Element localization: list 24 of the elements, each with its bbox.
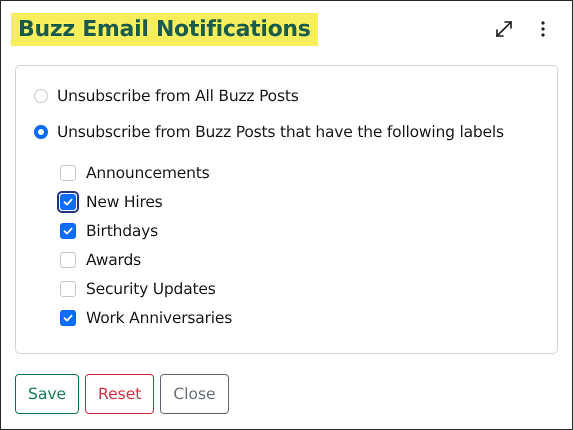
radio-label[interactable]: Unsubscribe from Buzz Posts that have the following labels <box>57 123 504 141</box>
checkbox[interactable] <box>60 222 76 238</box>
dialog-title: Buzz Email Notifications <box>11 12 318 46</box>
checkbox-label[interactable]: Work Anniversaries <box>86 308 232 326</box>
checkbox[interactable] <box>60 310 76 326</box>
checkbox-label[interactable]: Announcements <box>86 164 210 182</box>
check-icon <box>62 196 74 208</box>
more-menu-icon[interactable] <box>540 20 546 38</box>
check-icon <box>62 224 74 236</box>
expand-icon[interactable] <box>493 18 515 40</box>
radio-button[interactable] <box>34 89 48 103</box>
save-button[interactable]: Save <box>15 374 80 414</box>
checkbox-label[interactable]: Security Updates <box>86 280 216 298</box>
check-icon <box>62 312 74 324</box>
checkbox[interactable] <box>60 164 76 180</box>
checkbox-label[interactable]: New Hires <box>86 192 163 210</box>
radio-button[interactable] <box>34 125 48 139</box>
checkbox-label[interactable]: Birthdays <box>86 222 158 240</box>
radio-label[interactable]: Unsubscribe from All Buzz Posts <box>57 87 299 105</box>
checkbox[interactable] <box>60 280 76 296</box>
close-button[interactable]: Close <box>160 374 229 414</box>
checkbox-label[interactable]: Awards <box>86 250 141 268</box>
reset-button[interactable]: Reset <box>85 374 154 414</box>
checkbox[interactable] <box>60 252 76 268</box>
